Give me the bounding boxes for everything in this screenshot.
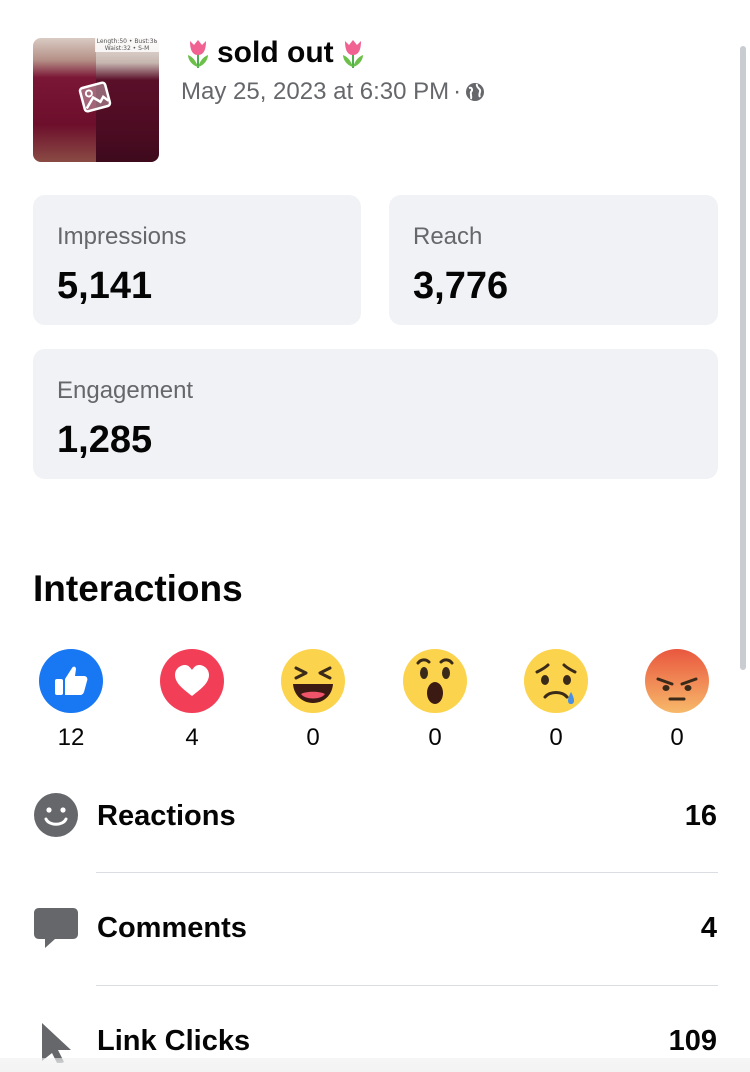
post-title-text: sold out <box>217 36 334 69</box>
reach-card[interactable]: Reach 3,776 <box>389 195 718 325</box>
haha-count: 0 <box>306 724 320 751</box>
metric-value: 4 <box>700 912 717 944</box>
angry-icon <box>645 649 709 713</box>
sad-count: 0 <box>549 724 563 751</box>
meta-separator: · <box>453 78 462 105</box>
angry-count: 0 <box>670 724 684 751</box>
engagement-value: 1,285 <box>57 419 153 461</box>
interactions-title: Interactions <box>33 568 243 609</box>
globe-icon <box>466 83 485 101</box>
wow-icon <box>403 649 467 713</box>
smiley-icon <box>34 793 78 837</box>
post-thumbnail[interactable]: Length:50 • Bust:38 Waist:32 • S-M <box>33 38 159 162</box>
reach-value: 3,776 <box>413 265 509 307</box>
impressions-label: Impressions <box>57 223 187 250</box>
reaction-love[interactable]: 4 <box>159 648 225 752</box>
tulip-icon <box>342 40 363 68</box>
reach-label: Reach <box>413 223 483 250</box>
metric-label: Link Clicks <box>97 1025 251 1057</box>
impressions-card[interactable]: Impressions 5,141 <box>33 195 361 325</box>
like-icon <box>39 649 103 713</box>
post-header[interactable]: Length:50 • Bust:38 Waist:32 • S-M sold … <box>33 36 713 162</box>
love-icon <box>160 649 224 713</box>
post-meta: May 25, 2023 at 6:30 PM · <box>181 78 485 106</box>
scrollbar[interactable] <box>740 46 746 670</box>
thumbnail-caption: Length:50 • Bust:38 Waist:32 • S-M <box>95 38 159 52</box>
tulip-icon <box>188 40 208 68</box>
cursor-icon <box>42 1023 71 1063</box>
comment-icon <box>34 908 78 948</box>
bottom-edge <box>0 1058 750 1072</box>
image-icon <box>78 81 112 113</box>
post-title: sold out <box>183 36 368 70</box>
metric-comments[interactable]: Comments 4 <box>33 898 717 958</box>
reaction-angry[interactable]: 0 <box>644 648 710 752</box>
reaction-like[interactable]: 12 <box>38 648 104 752</box>
metric-value: 16 <box>684 800 717 832</box>
metric-label: Reactions <box>97 800 236 832</box>
divider <box>96 985 718 986</box>
reaction-sad[interactable]: 0 <box>523 648 589 752</box>
metric-value: 109 <box>668 1025 717 1057</box>
divider <box>96 872 718 873</box>
post-date: May 25, 2023 at 6:30 PM <box>181 78 450 105</box>
engagement-label: Engagement <box>57 377 194 404</box>
sad-icon <box>524 649 588 713</box>
engagement-card[interactable]: Engagement 1,285 <box>33 349 718 479</box>
reaction-haha[interactable]: 0 <box>280 648 346 752</box>
metric-label: Comments <box>97 912 247 944</box>
like-count: 12 <box>57 724 85 751</box>
haha-icon <box>281 649 345 713</box>
impressions-value: 5,141 <box>57 265 153 307</box>
reaction-wow[interactable]: 0 <box>402 648 468 752</box>
love-count: 4 <box>185 724 199 751</box>
metric-reactions[interactable]: Reactions 16 <box>33 786 717 846</box>
wow-count: 0 <box>428 724 442 751</box>
